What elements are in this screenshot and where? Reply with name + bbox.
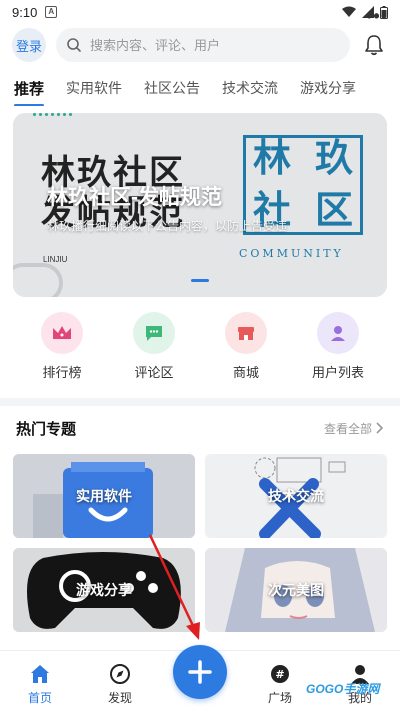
status-time: 9:10 xyxy=(12,4,38,20)
home-icon xyxy=(31,665,49,683)
tab-announcements[interactable]: 社区公告 xyxy=(144,78,200,98)
quick-comments[interactable]: 评论区 xyxy=(114,312,194,390)
quick-label: 评论区 xyxy=(134,365,174,380)
topic-label: 技术交流 xyxy=(268,488,324,504)
category-tabs: 推荐 实用软件 社区公告 技术交流 游戏分享 xyxy=(0,70,400,106)
quick-label: 用户列表 xyxy=(311,365,364,380)
section-title: 热门专题 xyxy=(16,420,77,438)
topic-card-software[interactable]: 实用软件 xyxy=(13,454,195,538)
banner-community-word: COMMUNITY xyxy=(239,247,344,260)
quick-label: 商城 xyxy=(232,365,259,380)
notification-icon: A xyxy=(45,6,58,18)
search-icon xyxy=(67,38,81,52)
section-divider xyxy=(0,398,400,406)
store-icon xyxy=(225,312,267,354)
banner-dots-decoration xyxy=(33,113,72,116)
quick-store[interactable]: 商城 xyxy=(206,312,286,390)
login-button[interactable]: 登录 xyxy=(12,28,46,62)
status-bar: 9:10 A xyxy=(0,0,400,24)
topic-label: 次元美图 xyxy=(268,582,324,598)
tab-tech[interactable]: 技术交流 xyxy=(222,78,278,98)
banner-subtitle: 林玖播行细阅读以下公告内容，以防上告受违 xyxy=(47,219,288,233)
hashtag-icon: # xyxy=(271,665,289,683)
tab-software[interactable]: 实用软件 xyxy=(66,78,122,98)
tab-recommend[interactable]: 推荐 xyxy=(14,78,45,106)
quick-ranking[interactable]: 排行榜 xyxy=(22,312,102,390)
banner-title: 林玖社区-发帖规范 xyxy=(47,186,222,209)
nav-discover[interactable]: 发现 xyxy=(88,663,152,706)
search-bar[interactable] xyxy=(56,28,350,62)
quick-actions: 排行榜 评论区 商城 用户列表 xyxy=(0,312,400,390)
comment-icon xyxy=(133,312,175,354)
more-tabs-button[interactable]: ••• xyxy=(366,6,388,27)
watermark: GOGO手游网 xyxy=(306,682,380,696)
notification-bell-button[interactable] xyxy=(360,31,388,59)
nav-square[interactable]: # 广场 xyxy=(248,663,312,706)
banner-carousel[interactable]: 林玖社区 发帖规范 林 玖 社 区 COMMUNITY LINJIU 林玖社区-… xyxy=(13,113,387,297)
topic-label: 实用软件 xyxy=(76,488,132,504)
topic-card-tech[interactable]: 技术交流 xyxy=(205,454,387,538)
carousel-indicator xyxy=(191,279,209,282)
nav-home[interactable]: 首页 xyxy=(8,663,72,706)
banner-chain-decoration xyxy=(13,263,63,297)
chevron-right-icon xyxy=(376,422,384,434)
user-icon xyxy=(317,312,359,354)
quick-user-list[interactable]: 用户列表 xyxy=(298,312,378,390)
search-input[interactable] xyxy=(90,37,340,53)
hot-topics-header: 热门专题 查看全部 xyxy=(16,416,384,440)
compass-icon xyxy=(110,664,130,684)
plus-icon xyxy=(188,660,212,684)
topic-label: 游戏分享 xyxy=(76,582,132,598)
create-post-button[interactable] xyxy=(173,645,227,699)
svg-text:#: # xyxy=(275,668,284,681)
banner-small-text: LINJIU xyxy=(43,255,68,264)
quick-label: 排行榜 xyxy=(42,365,82,380)
topic-card-games[interactable]: 游戏分享 xyxy=(13,548,195,632)
wifi-icon xyxy=(342,6,356,17)
topic-card-anime[interactable]: 次元美图 xyxy=(205,548,387,632)
crown-icon xyxy=(41,312,83,354)
tab-games[interactable]: 游戏分享 xyxy=(300,78,356,98)
app-header: 登录 xyxy=(0,24,400,66)
hot-topics-grid: 实用软件 技术交流 游戏分享 次元美图 xyxy=(13,454,387,632)
bell-icon xyxy=(365,35,383,56)
view-all-link[interactable]: 查看全部 xyxy=(324,420,384,437)
